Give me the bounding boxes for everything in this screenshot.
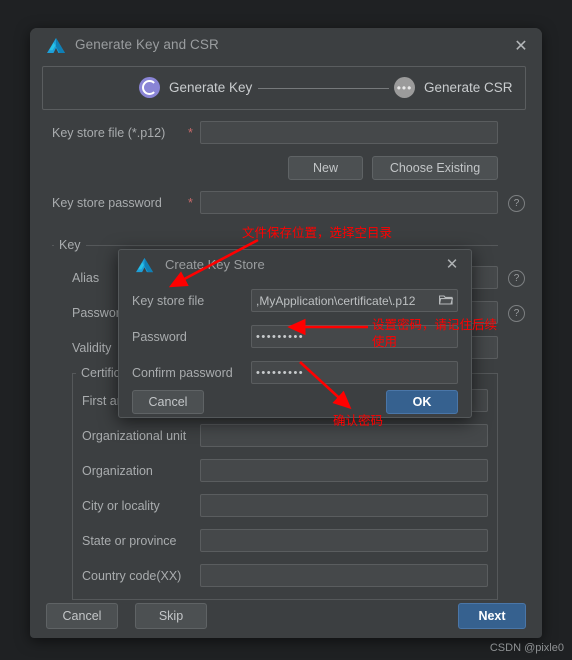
- city-or-locality-input[interactable]: [200, 494, 488, 517]
- certificate-group-bottom-line: [72, 599, 498, 600]
- organizational-unit-label: Organizational unit: [82, 429, 187, 443]
- wizard-steps: Generate Key ••• Generate CSR: [42, 66, 526, 110]
- key-store-password-label: Key store password: [52, 196, 162, 210]
- modal-confirm-password-value: •••••••••: [256, 366, 305, 379]
- key-store-password-help-icon[interactable]: ?: [508, 195, 525, 212]
- certificate-group-left-line: [72, 373, 73, 600]
- android-studio-icon: [135, 257, 154, 274]
- key-store-file-label: Key store file (*.p12): [52, 126, 166, 140]
- country-code-input[interactable]: [200, 564, 488, 587]
- create-key-store-title: Create Key Store: [165, 257, 265, 272]
- modal-confirm-password-label: Confirm password: [132, 366, 233, 380]
- modal-key-store-file-label: Key store file: [132, 294, 205, 308]
- city-or-locality-label: City or locality: [82, 499, 160, 513]
- annotation-confirm-password: 确认密码: [333, 413, 384, 428]
- key-store-password-input[interactable]: [200, 191, 498, 214]
- next-button[interactable]: Next: [458, 603, 526, 629]
- skip-button[interactable]: Skip: [135, 603, 207, 629]
- android-studio-icon: [46, 37, 66, 55]
- country-code-label: Country code(XX): [82, 569, 182, 583]
- step-generate-csr[interactable]: ••• Generate CSR: [394, 77, 513, 98]
- ellipsis-icon: •••: [394, 77, 415, 98]
- certificate-group-right-line: [497, 373, 498, 600]
- state-or-province-input[interactable]: [200, 529, 488, 552]
- alias-help-icon[interactable]: ?: [508, 270, 525, 287]
- watermark: CSDN @pixle0: [489, 642, 564, 654]
- annotation-file-location: 文件保存位置，选择空目录: [242, 225, 393, 240]
- screen: Generate Key and CSR ✕ Generate Key ••• …: [0, 0, 572, 660]
- organization-input[interactable]: [200, 459, 488, 482]
- modal-password-value: •••••••••: [256, 330, 305, 343]
- organization-label: Organization: [82, 464, 153, 478]
- choose-existing-button[interactable]: Choose Existing: [372, 156, 498, 180]
- step-generate-key-label: Generate Key: [169, 80, 253, 95]
- modal-confirm-password-input[interactable]: •••••••••: [251, 361, 458, 384]
- key-group-line: [52, 245, 498, 246]
- key-group-legend: Key: [54, 238, 86, 252]
- cancel-button[interactable]: Cancel: [46, 603, 118, 629]
- alias-label: Alias: [72, 271, 100, 285]
- modal-password-label: Password: [132, 330, 187, 344]
- validity-label: Validity: [72, 341, 112, 355]
- key-password-help-icon[interactable]: ?: [508, 305, 525, 322]
- close-icon[interactable]: ✕: [510, 36, 532, 58]
- modal-ok-button[interactable]: OK: [386, 390, 458, 414]
- key-store-file-required: *: [188, 126, 193, 140]
- annotation-set-password: 设置密码，请记住后续 使用: [372, 317, 498, 349]
- close-icon[interactable]: ✕: [442, 255, 462, 275]
- step-generate-csr-label: Generate CSR: [424, 80, 513, 95]
- key-store-password-required: *: [188, 196, 193, 210]
- step-connector: [258, 88, 389, 89]
- dialog-title: Generate Key and CSR: [75, 37, 219, 52]
- modal-key-store-file-input[interactable]: ,MyApplication\certificate\.p12: [251, 289, 458, 312]
- progress-ring-icon: [139, 77, 160, 98]
- modal-key-store-file-value: ,MyApplication\certificate\.p12: [256, 293, 416, 308]
- dialog-titlebar: Generate Key and CSR ✕: [30, 28, 542, 64]
- state-or-province-label: State or province: [82, 534, 177, 548]
- step-generate-key[interactable]: Generate Key: [139, 77, 252, 98]
- new-button[interactable]: New: [288, 156, 363, 180]
- key-store-file-input[interactable]: [200, 121, 498, 144]
- folder-icon[interactable]: [438, 294, 454, 305]
- modal-cancel-button[interactable]: Cancel: [132, 390, 204, 414]
